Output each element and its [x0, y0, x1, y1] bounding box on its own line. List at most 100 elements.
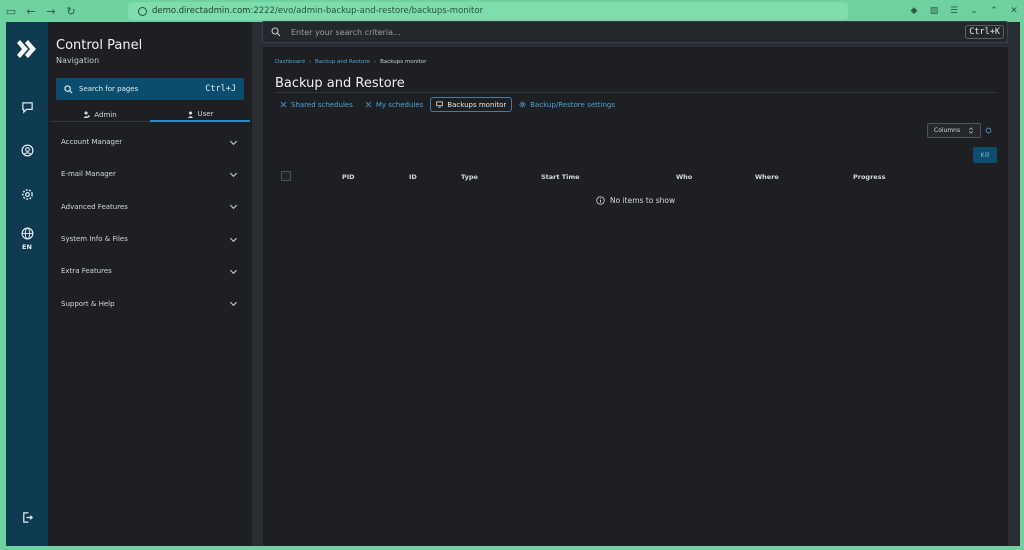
global-search-bar[interactable]: Enter your search criteria... Ctrl+K [262, 21, 1008, 43]
column-header-progress[interactable]: Progress [853, 173, 885, 181]
tab-label: Backups monitor [447, 100, 507, 109]
tab-backup-restore-settings[interactable]: Backup/Restore settings [514, 97, 620, 112]
updown-chevron-icon [969, 127, 973, 134]
breadcrumb: Dashboard › Backup and Restore › Backups… [275, 59, 426, 65]
scissors-icon [280, 101, 287, 108]
panel-title: Control Panel [56, 38, 143, 53]
select-all-checkbox[interactable] [281, 171, 291, 181]
nav-item-label: Extra Features [61, 267, 112, 276]
search-pages-shortcut: Ctrl+J [205, 84, 236, 94]
column-header-who[interactable]: Who [676, 173, 692, 181]
nav-item-label: E-mail Manager [61, 170, 116, 179]
browser-toolbar: ▭ ← → ↻ demo.directadmin.com:2222/evo/ad… [0, 0, 1024, 22]
back-icon[interactable]: ← [22, 2, 40, 20]
empty-state: No items to show [596, 196, 675, 205]
chevron-down-icon [229, 172, 238, 178]
column-header-id[interactable]: ID [409, 173, 417, 181]
logout-icon [22, 511, 33, 523]
screenshot-icon[interactable]: ▨ [924, 0, 944, 22]
directadmin-logo-icon[interactable] [14, 36, 40, 62]
breadcrumb-current: Backups monitor [380, 59, 427, 65]
maximize-icon[interactable]: ⌃ [984, 0, 1004, 22]
close-icon[interactable]: ✕ [1004, 0, 1024, 22]
panel-subtitle: Navigation [56, 56, 100, 65]
profile-button[interactable] [6, 135, 48, 165]
navigation-panel: Control Panel Navigation Search for page… [48, 22, 252, 546]
user-circle-icon [21, 144, 33, 156]
nav-item-account-manager[interactable]: Account Manager [48, 126, 252, 158]
language-button[interactable]: EN [6, 221, 48, 257]
tab-admin[interactable]: Admin [50, 108, 150, 122]
kill-button[interactable]: Kill [973, 147, 997, 163]
nav-item-label: System Info & Files [61, 235, 128, 244]
reload-icon[interactable]: ↻ [62, 2, 80, 20]
chevron-down-icon [229, 269, 238, 274]
logout-button[interactable] [6, 502, 48, 532]
empty-state-text: No items to show [610, 196, 676, 205]
tab-backups-monitor[interactable]: Backups monitor [430, 97, 513, 112]
nav-item-support-help[interactable]: Support & Help [48, 287, 252, 319]
refresh-icon[interactable] [985, 127, 992, 134]
nav-item-label: Advanced Features [61, 202, 128, 211]
column-header-start-time[interactable]: Start Time [541, 173, 580, 181]
url-host: demo.directadmin.com [152, 6, 251, 16]
column-header-type[interactable]: Type [461, 173, 478, 181]
section-tabs: Shared schedules My schedules Backups mo… [275, 97, 622, 112]
main-content: Dashboard › Backup and Restore › Backups… [263, 47, 1008, 546]
chevron-down-icon [229, 301, 238, 307]
icon-rail: EN [6, 22, 48, 546]
language-code: EN [22, 243, 32, 251]
scissors-icon [365, 101, 372, 108]
forward-icon[interactable]: → [42, 2, 60, 20]
tab-shared-schedules[interactable]: Shared schedules [275, 97, 358, 112]
sidebar-toggle-icon[interactable]: ▭ [2, 2, 20, 20]
nav-item-advanced-features[interactable]: Advanced Features [48, 191, 252, 223]
window-frame [1020, 22, 1024, 550]
breadcrumb-separator: › [308, 59, 312, 65]
nav-item-email-manager[interactable]: E-mail Manager [48, 158, 252, 190]
title-divider [275, 92, 997, 93]
site-info-icon[interactable] [138, 6, 147, 16]
settings-button[interactable] [6, 179, 48, 209]
breadcrumb-backup-and-restore[interactable]: Backup and Restore [315, 59, 370, 65]
columns-label: Columns [934, 127, 961, 134]
breadcrumb-separator: › [373, 59, 377, 65]
info-icon [596, 196, 605, 205]
monitor-icon [436, 101, 444, 108]
nav-item-extra-features[interactable]: Extra Features [48, 255, 252, 287]
menu-icon[interactable]: ☰ [944, 0, 964, 22]
tab-my-schedules[interactable]: My schedules [360, 97, 428, 112]
table-header: PID ID Type Start Time Who Where Progres… [281, 171, 997, 183]
gear-icon [519, 101, 526, 108]
address-bar[interactable]: demo.directadmin.com:2222/evo/admin-back… [128, 2, 848, 20]
search-icon [271, 27, 281, 37]
chat-icon [21, 101, 33, 114]
chevron-down-icon [229, 140, 238, 145]
extension-icon[interactable]: ◆ [904, 0, 924, 22]
tab-admin-label: Admin [94, 110, 117, 119]
chevron-down-icon [229, 205, 238, 210]
tab-label: My schedules [375, 100, 424, 109]
column-header-where[interactable]: Where [755, 173, 779, 181]
search-input[interactable]: Enter your search criteria... [291, 28, 965, 37]
nav-item-system-info-files[interactable]: System Info & Files [48, 223, 252, 255]
user-icon [187, 110, 193, 118]
messages-button[interactable] [6, 92, 48, 122]
nav-item-label: Account Manager [61, 138, 123, 147]
nav-tabs: Admin User [50, 108, 250, 122]
search-shortcut: Ctrl+K [965, 25, 1004, 39]
minimize-icon[interactable]: ⌄ [964, 0, 984, 22]
nav-item-label: Support & Help [61, 299, 115, 308]
search-pages-button[interactable]: Search for pages Ctrl+J [56, 78, 244, 100]
page-title: Backup and Restore [275, 76, 405, 91]
tab-user[interactable]: User [150, 108, 250, 122]
tab-user-label: User [197, 110, 214, 118]
gear-icon [21, 188, 33, 200]
column-header-pid[interactable]: PID [342, 173, 355, 181]
chevron-down-icon [229, 237, 238, 242]
admin-user-icon [83, 111, 91, 118]
tab-label: Backup/Restore settings [530, 100, 615, 109]
breadcrumb-dashboard[interactable]: Dashboard [275, 59, 305, 65]
window-frame [0, 546, 1024, 550]
columns-select[interactable]: Columns [927, 123, 981, 138]
